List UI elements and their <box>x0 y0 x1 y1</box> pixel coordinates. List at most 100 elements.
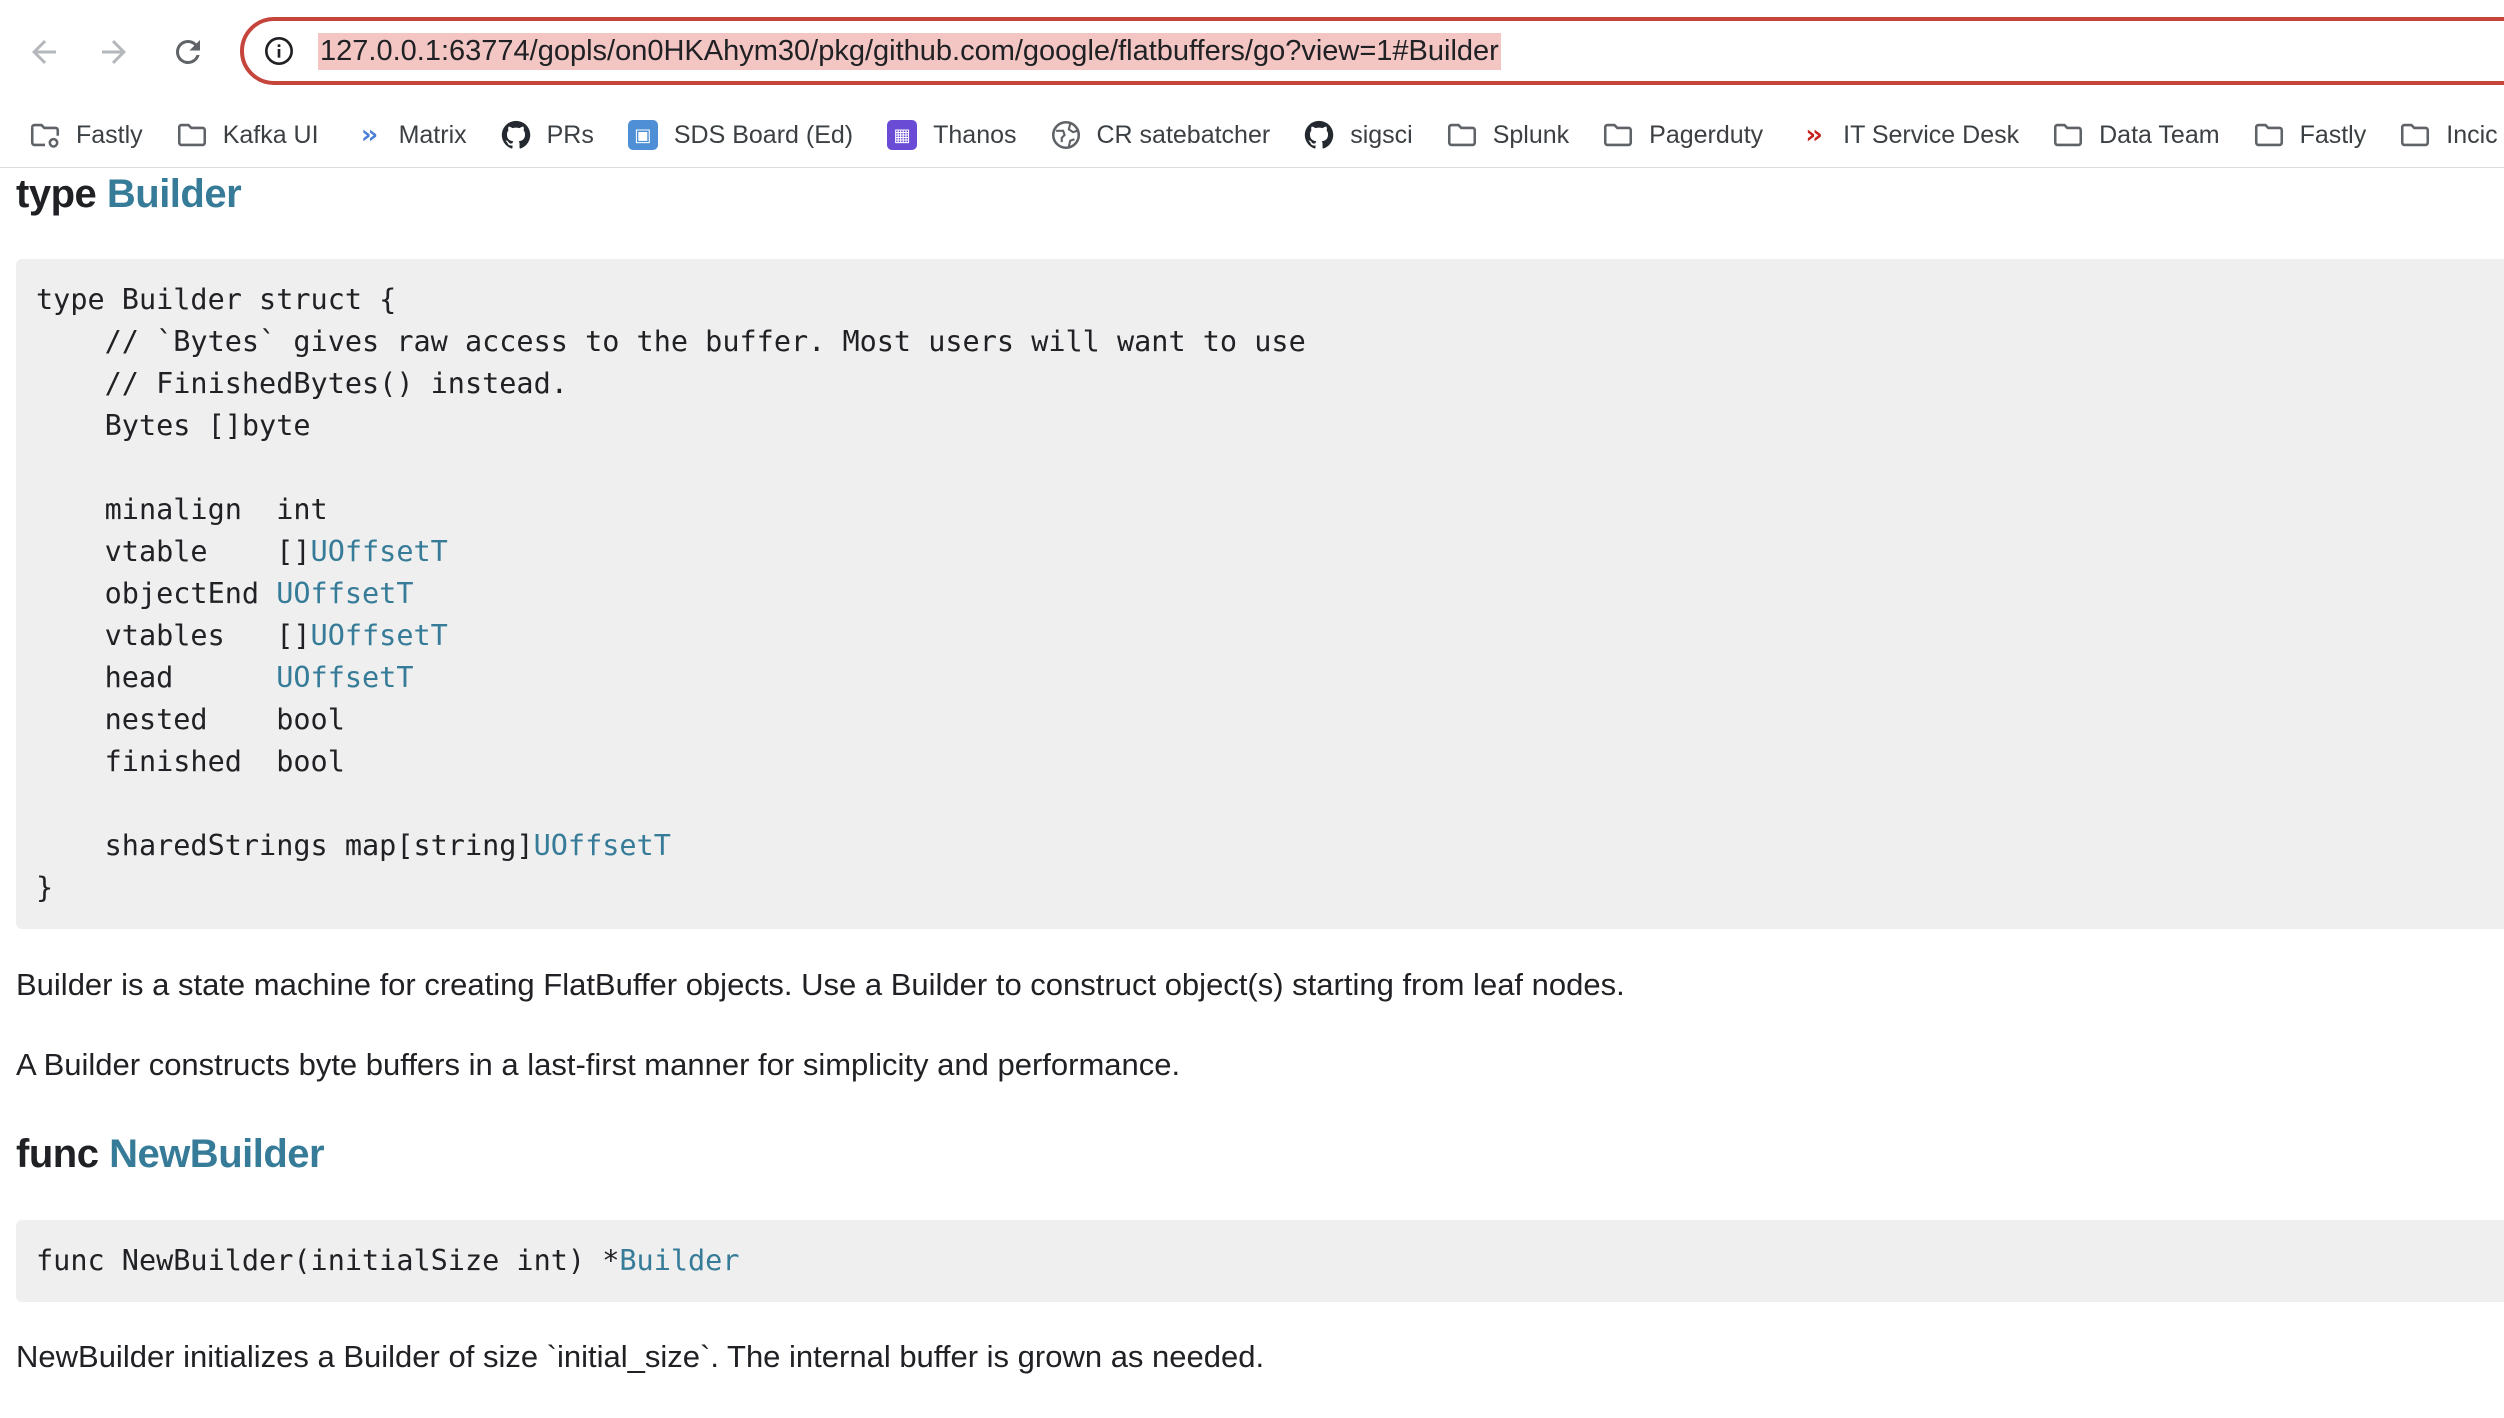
code-text: finished bool <box>36 745 345 778</box>
code-line: vtable []UOffsetT <box>36 531 2504 573</box>
jira-board-icon: ▣ <box>626 118 660 152</box>
bookmark-label: PRs <box>546 120 594 149</box>
func-heading: func NewBuilder <box>16 1132 325 1177</box>
code-line: vtables []UOffsetT <box>36 615 2504 657</box>
code-text: } <box>36 871 54 904</box>
bookmark-item[interactable]: ›› IT Service Desk <box>1781 110 2033 160</box>
code-text: type Builder struct { <box>36 283 397 316</box>
bookmark-item[interactable]: Pagerduty <box>1587 110 1777 160</box>
code-line: Bytes []byte <box>36 405 2504 447</box>
bookmark-label: Thanos <box>933 120 1017 149</box>
bookmark-item[interactable]: Fastly <box>2238 110 2381 160</box>
reload-button[interactable] <box>162 26 214 78</box>
type-code-block: type Builder struct { // `Bytes` gives r… <box>16 259 2504 929</box>
type-description-2: A Builder constructs byte buffers in a l… <box>16 1047 1181 1082</box>
bookmark-item[interactable]: PRs <box>485 110 608 160</box>
code-text: // FinishedBytes() instead. <box>36 367 568 400</box>
code-text: vtable [] <box>36 535 311 568</box>
back-button[interactable] <box>18 26 70 78</box>
bookmark-label: Data Team <box>2099 120 2220 149</box>
bookmark-item[interactable]: ▣ SDS Board (Ed) <box>612 110 867 160</box>
type-link[interactable]: UOffsetT <box>311 619 448 652</box>
bookmark-item[interactable]: Kafka UI <box>161 110 333 160</box>
bookmark-item[interactable]: Splunk <box>1431 110 1583 160</box>
bookmark-item[interactable]: ▦ Thanos <box>871 110 1030 160</box>
bookmark-label: SDS Board (Ed) <box>673 120 854 149</box>
folder-icon <box>1445 118 1479 152</box>
func-signature-line: func NewBuilder(initialSize int) *Builde… <box>36 1240 2504 1282</box>
bookmark-label: Incic <box>2446 120 2498 149</box>
bookmark-item[interactable]: CR satebatcher <box>1035 110 1285 160</box>
code-line: minalign int <box>36 489 2504 531</box>
bookmarks-bar: Fastly Kafka UI ›› Matrix PRs ▣ SDS Board (Ed)… <box>0 104 2504 166</box>
folder-icon <box>1601 118 1635 152</box>
code-text: sharedStrings map[string] <box>36 829 534 862</box>
code-line: finished bool <box>36 741 2504 783</box>
type-description-1: Builder is a state machine for creating … <box>16 967 1625 1002</box>
bookmark-label: Kafka UI <box>222 120 319 149</box>
github-icon <box>1302 118 1336 152</box>
code-text: minalign int <box>36 493 328 526</box>
func-code-block: func NewBuilder(initialSize int) *Builde… <box>16 1220 2504 1302</box>
bookmark-label: Splunk <box>1492 120 1570 149</box>
type-link[interactable]: UOffsetT <box>276 577 413 610</box>
bookmark-item[interactable]: sigsci <box>1288 110 1427 160</box>
double-chevron-icon: ›› <box>360 120 379 150</box>
thanos-icon: ▦ <box>885 118 919 152</box>
code-line: objectEnd UOffsetT <box>36 573 2504 615</box>
arrow-right-icon <box>102 40 126 64</box>
code-text: nested bool <box>36 703 345 736</box>
globe-icon <box>1049 118 1083 152</box>
type-heading: type Builder <box>16 172 242 217</box>
code-text: head <box>36 661 277 694</box>
bookmark-label: Fastly <box>76 120 143 149</box>
type-link[interactable]: UOffsetT <box>276 661 413 694</box>
code-text: func NewBuilder(initialSize int) * <box>36 1244 620 1277</box>
forward-button[interactable] <box>88 26 140 78</box>
folder-icon <box>2051 118 2085 152</box>
bookmark-label: IT Service Desk <box>1843 120 2020 149</box>
type-heading-keyword: type <box>16 172 97 216</box>
github-icon <box>499 118 533 152</box>
site-info-icon[interactable] <box>262 34 296 68</box>
type-link[interactable]: UOffsetT <box>311 535 448 568</box>
bookmark-item[interactable]: Incic <box>2384 110 2504 160</box>
bookmark-item[interactable]: Fastly <box>14 110 157 160</box>
address-bar[interactable]: 127.0.0.1:63774/gopls/on0HKAhym30/pkg/gi… <box>240 17 2504 85</box>
type-heading-name-link[interactable]: Builder <box>107 172 242 216</box>
bookmark-label: Fastly <box>2299 120 2367 149</box>
bookmark-label: sigsci <box>1350 120 1413 149</box>
bookmark-item[interactable]: Data Team <box>2037 110 2233 160</box>
reload-icon <box>175 39 200 64</box>
code-text: objectEnd <box>36 577 277 610</box>
folder-gear-icon <box>28 118 62 152</box>
bookmark-label: Pagerduty <box>1649 120 1764 149</box>
code-line: type Builder struct { <box>36 279 2504 321</box>
bookmark-item[interactable]: ›› Matrix <box>337 110 481 160</box>
type-link[interactable]: UOffsetT <box>534 829 671 862</box>
bookmark-label: Matrix <box>398 120 467 149</box>
browser-toolbar: 127.0.0.1:63774/gopls/on0HKAhym30/pkg/gi… <box>0 0 2504 104</box>
double-chevron-icon: ›› <box>1805 120 1823 150</box>
code-line: head UOffsetT <box>36 657 2504 699</box>
code-text: Bytes []byte <box>36 409 311 442</box>
bookmark-label: CR satebatcher <box>1096 120 1271 149</box>
code-text: // `Bytes` gives raw access to the buffe… <box>36 325 1306 358</box>
address-url[interactable]: 127.0.0.1:63774/gopls/on0HKAhym30/pkg/gi… <box>318 32 1501 70</box>
code-line: // `Bytes` gives raw access to the buffe… <box>36 321 2504 363</box>
code-line: sharedStrings map[string]UOffsetT <box>36 825 2504 867</box>
code-line: // FinishedBytes() instead. <box>36 363 2504 405</box>
type-link[interactable]: Builder <box>619 1244 739 1277</box>
folder-icon <box>2252 118 2286 152</box>
func-description: NewBuilder initializes a Builder of size… <box>16 1339 1265 1374</box>
folder-icon <box>175 118 209 152</box>
code-line: } <box>36 867 2504 909</box>
func-heading-keyword: func <box>16 1132 99 1176</box>
code-line: nested bool <box>36 699 2504 741</box>
func-heading-name-link[interactable]: NewBuilder <box>109 1132 325 1176</box>
arrow-left-icon <box>32 40 56 64</box>
code-text: vtables [] <box>36 619 311 652</box>
browser-chrome: 127.0.0.1:63774/gopls/on0HKAhym30/pkg/gi… <box>0 0 2504 168</box>
